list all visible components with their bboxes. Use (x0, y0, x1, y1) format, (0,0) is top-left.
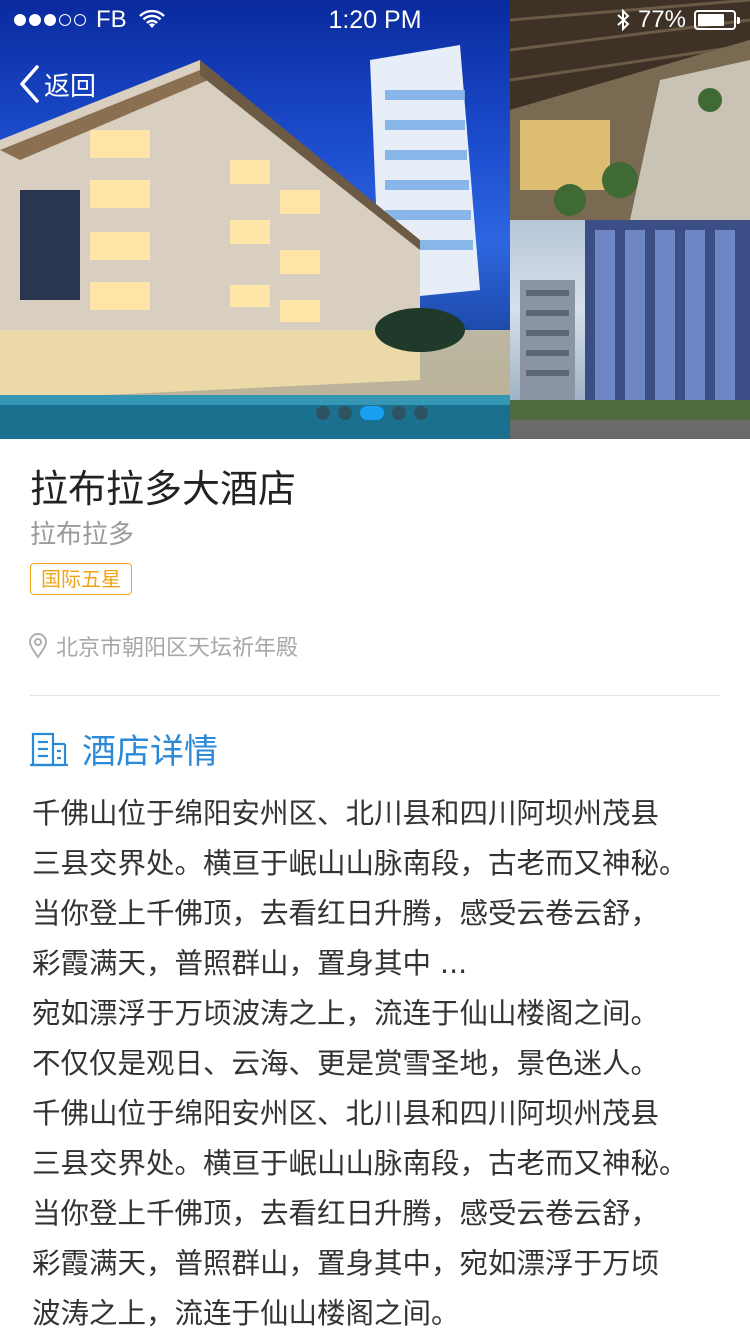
page-dot[interactable] (414, 406, 428, 420)
star-rating-badge: 国际五星 (30, 563, 132, 595)
section-title: 酒店详情 (82, 732, 218, 772)
hotel-description: 千佛山位于绵阳安州区、北川县和四川阿坝州茂县 三县交界处。横亘于岷山山脉南段，古… (32, 797, 688, 1330)
back-label: 返回 (44, 70, 97, 101)
hotel-name: 拉布拉多大酒店 (30, 467, 297, 511)
status-bar: FB 1:20 PM 77% (0, 0, 750, 40)
hotel-subtitle: 拉布拉多 (30, 520, 135, 550)
back-button[interactable]: 返回 (18, 64, 96, 104)
hotel-photo-tower[interactable] (510, 220, 750, 439)
photo-gallery[interactable] (0, 0, 750, 439)
page-dot[interactable] (338, 406, 352, 420)
page-dot[interactable] (392, 406, 406, 420)
divider (30, 695, 720, 696)
page-dot[interactable] (316, 406, 330, 420)
battery-icon (694, 10, 740, 30)
building-icon (30, 732, 68, 766)
chevron-left-icon (20, 65, 39, 103)
address-text: 北京市朝阳区天坛祈年殿 (56, 636, 299, 661)
gallery-page-indicator (316, 405, 428, 421)
section-header-hotel-details: 酒店详情 (30, 724, 218, 773)
hotel-address[interactable]: 北京市朝阳区天坛祈年殿 (28, 630, 298, 662)
page-dot-active[interactable] (360, 406, 384, 420)
location-pin-icon (28, 633, 48, 659)
battery-percent: 77% (637, 6, 686, 33)
bluetooth-icon (617, 8, 630, 32)
